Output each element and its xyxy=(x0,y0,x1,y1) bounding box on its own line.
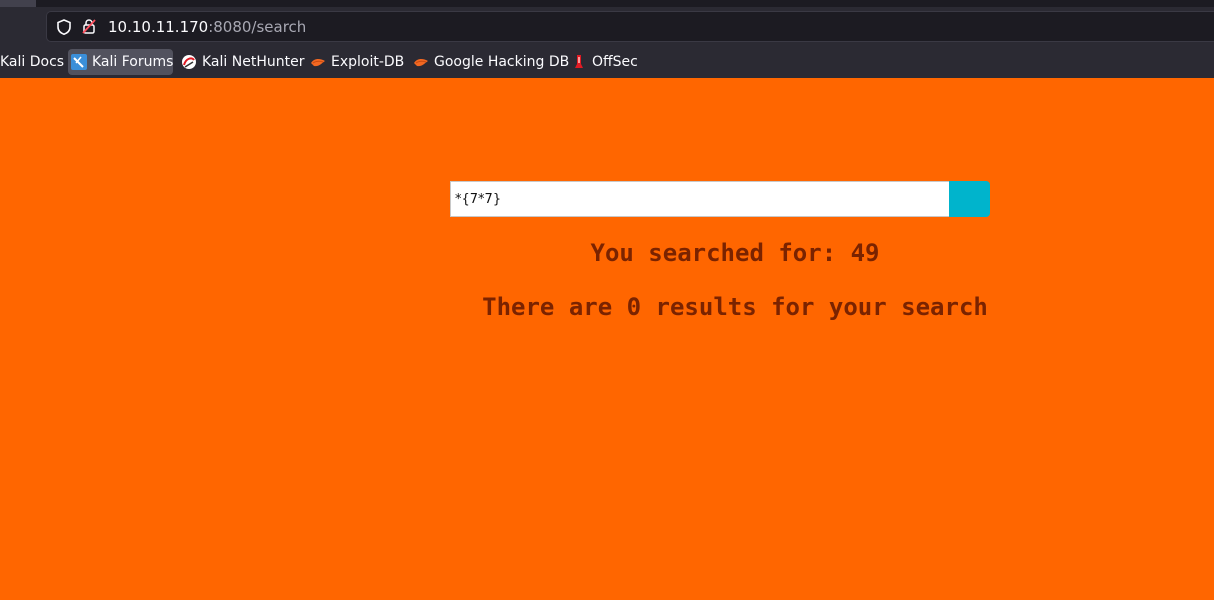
kali-forums-icon xyxy=(71,54,87,70)
results-count-text: There are 0 results for your search xyxy=(482,293,988,321)
bookmark-kali-nethunter[interactable]: Kali NetHunter xyxy=(181,49,304,75)
url-host: 10.10.11.170 xyxy=(108,18,209,36)
tab[interactable] xyxy=(0,0,36,7)
url-text[interactable]: 10.10.11.170:8080/search xyxy=(108,17,306,37)
url-path: :8080/search xyxy=(208,18,307,36)
search-button[interactable] xyxy=(949,181,990,217)
search-form xyxy=(450,181,990,217)
bookmark-label: Google Hacking DB xyxy=(434,54,570,70)
bookmark-label: OffSec xyxy=(592,54,638,70)
bookmark-kali-forums[interactable]: Kali Forums xyxy=(68,49,173,75)
bookmark-label: Kali NetHunter xyxy=(202,54,305,70)
searched-for-text: You searched for: 49 xyxy=(590,239,880,267)
exploit-db-icon xyxy=(311,58,325,67)
search-input[interactable] xyxy=(450,181,950,217)
bookmark-exploit-db[interactable]: Exploit-DB xyxy=(310,49,404,75)
bookmark-label: Exploit-DB xyxy=(331,54,405,70)
bookmark-google-hacking-db[interactable]: Google Hacking DB xyxy=(413,49,569,75)
bookmarks-toolbar: Kali Docs Kali Forums Kali NetHunter Exp… xyxy=(0,47,1214,77)
ghdb-icon xyxy=(414,58,428,67)
browser-chrome: 10.10.11.170:8080/search Kali Docs Kali … xyxy=(0,0,1214,78)
bookmark-kali-docs[interactable]: Kali Docs xyxy=(0,49,64,75)
bookmark-offsec[interactable]: OffSec xyxy=(571,49,638,75)
insecure-lock-icon[interactable] xyxy=(80,17,98,35)
nethunter-icon xyxy=(182,55,196,69)
tab-strip xyxy=(0,0,1214,7)
offsec-icon xyxy=(575,55,583,68)
shield-icon[interactable] xyxy=(55,18,73,36)
address-bar[interactable]: 10.10.11.170:8080/search xyxy=(46,11,1214,42)
bookmark-label: Kali Forums xyxy=(92,54,174,70)
bookmark-label: Kali Docs xyxy=(0,54,65,70)
